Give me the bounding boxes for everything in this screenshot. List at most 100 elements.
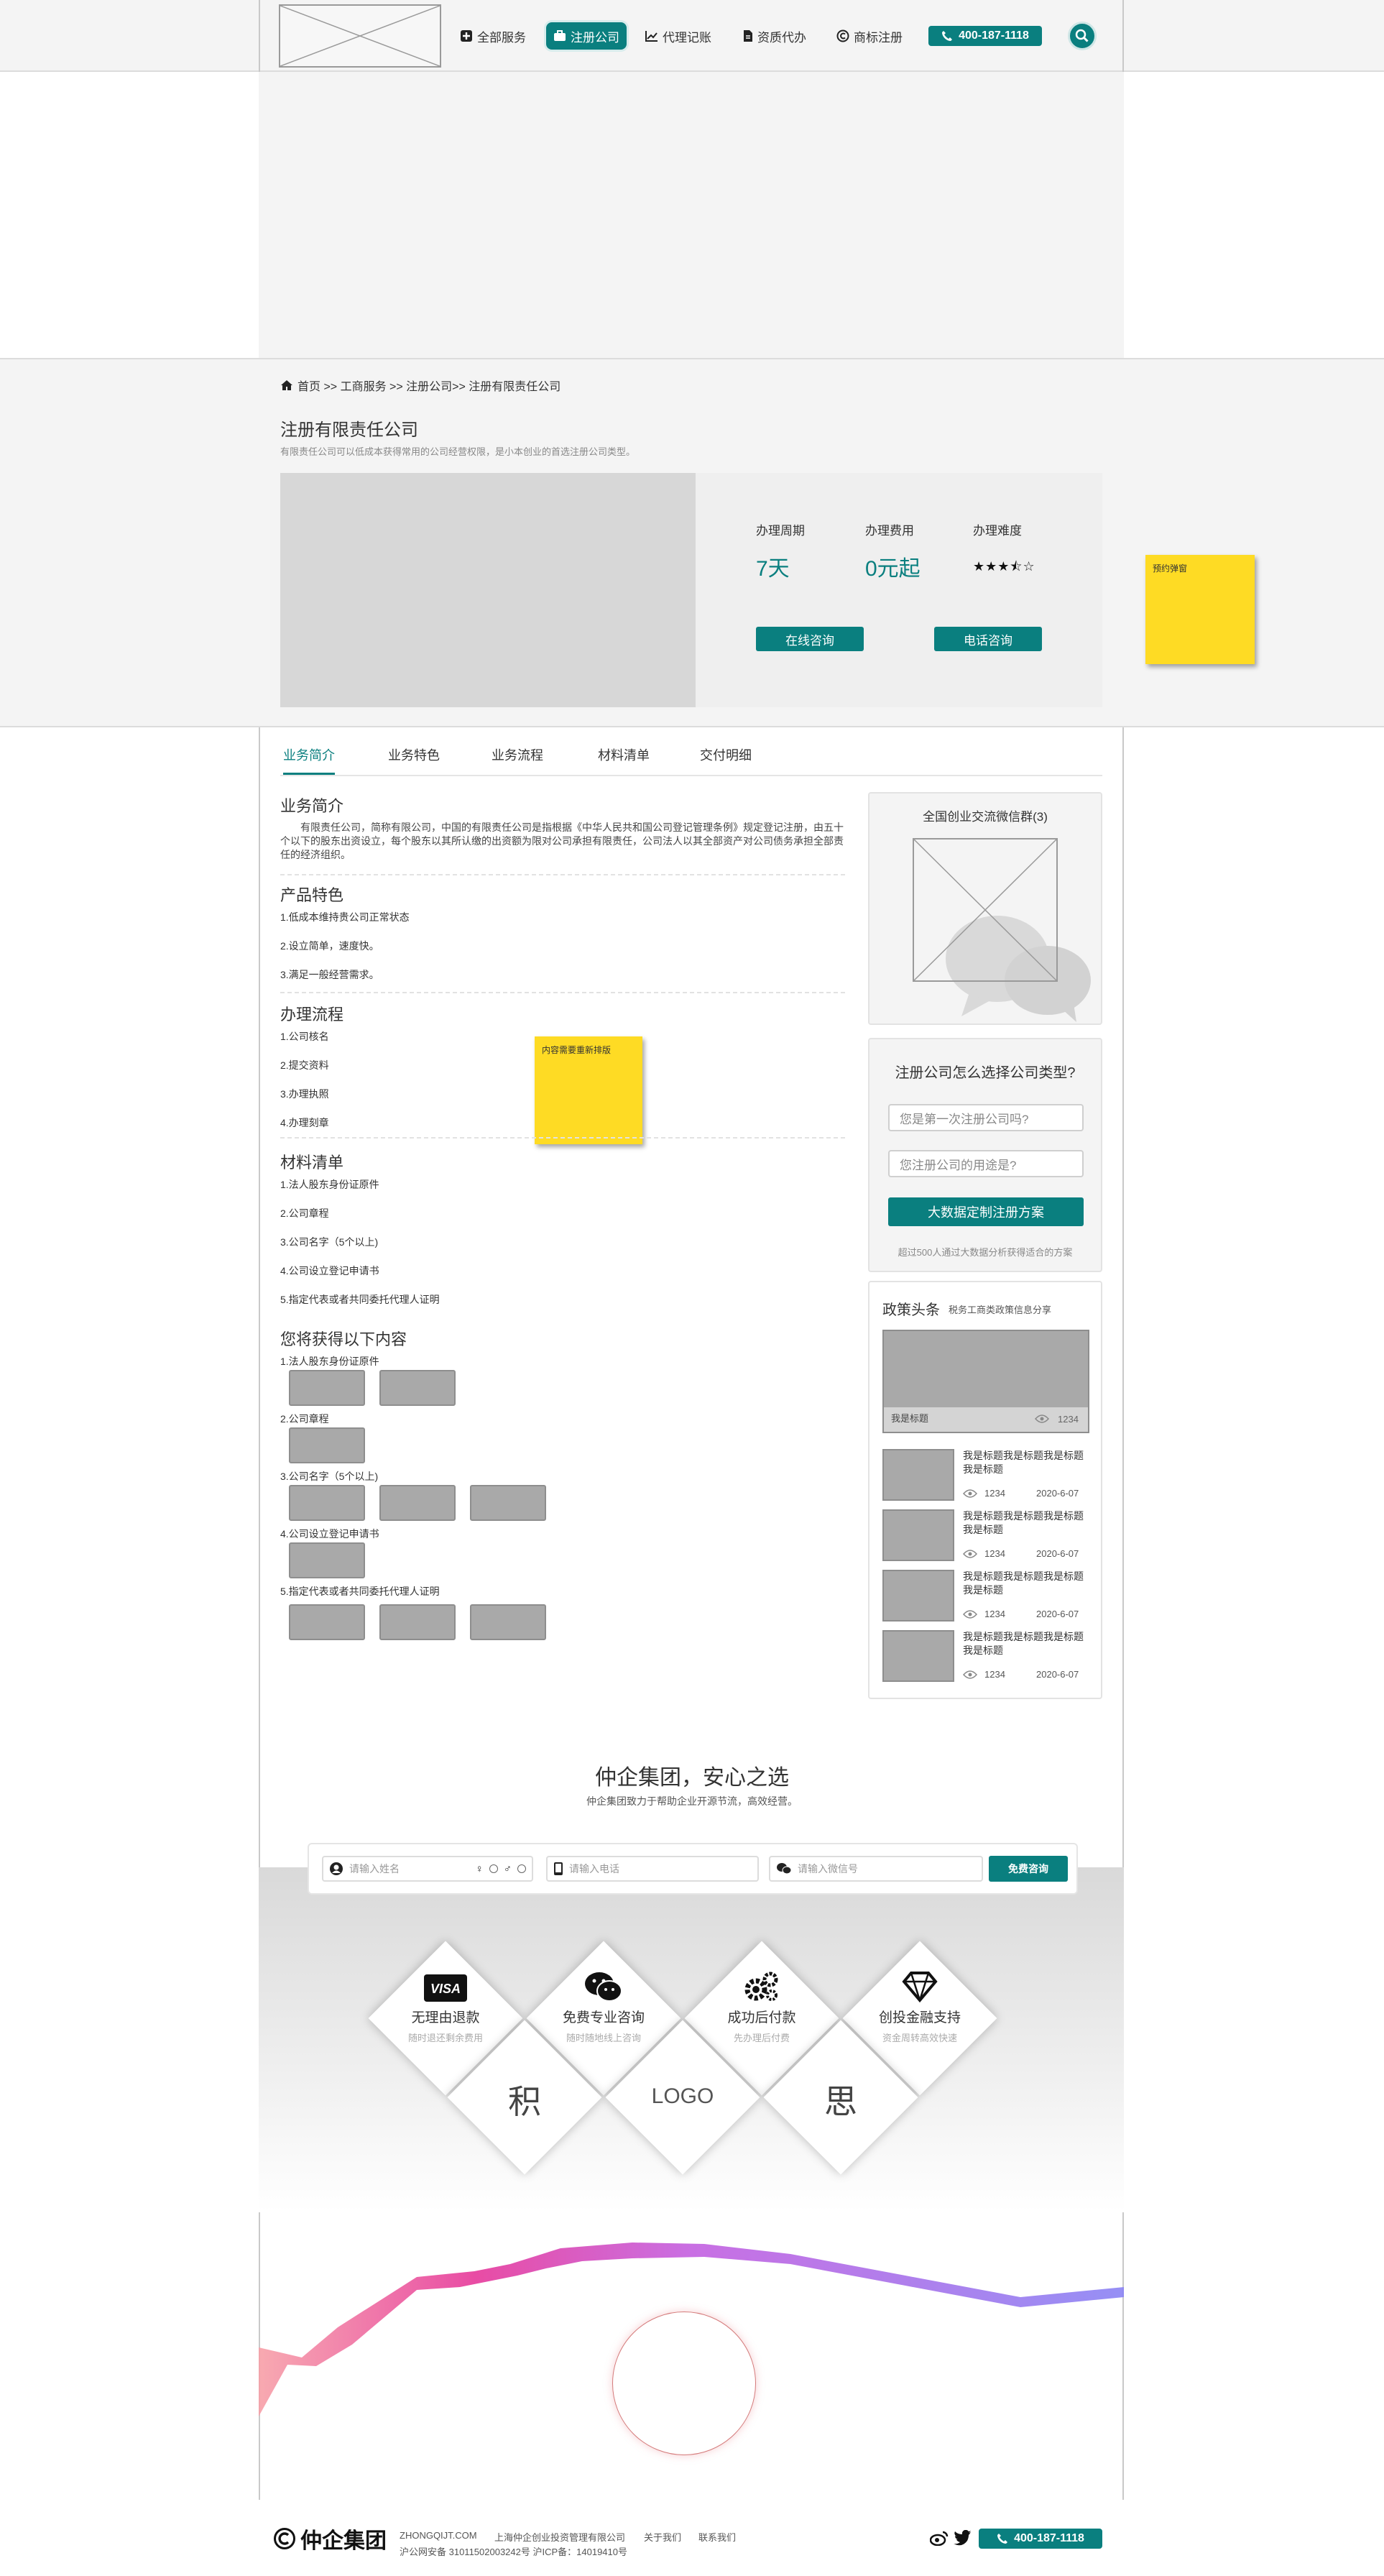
footer-about-link[interactable]: 关于我们 [644,2530,681,2544]
service-refund[interactable]: VISA 无理由退款 随时退还剩余费用 [374,1974,517,2044]
news-item-title[interactable]: 我是标题我是标题我是标题我是标题 [963,1509,1092,1537]
copyright-logo-icon [274,2528,295,2549]
feature-item: 3.满足一般经营需求。 [280,969,379,980]
difficulty-stars: ★★★⯪☆ [973,558,1035,579]
deliverable-label: 5.指定代表或者共同委托代理人证明 [280,1586,440,1597]
diamond-char-left: 积 [508,2083,541,2120]
news-item-title[interactable]: 我是标题我是标题我是标题我是标题 [963,1449,1092,1476]
news-thumb[interactable] [882,1449,954,1501]
deliverable-thumb[interactable] [289,1485,365,1521]
nav-qualification[interactable]: 资质代办 [743,24,806,47]
male-icon: ♂ [503,1862,512,1875]
deliverable-label: 4.公司设立登记申请书 [280,1528,379,1540]
header-phone-button[interactable]: 400-187-1118 [928,26,1042,46]
phone-icon [997,2534,1008,2544]
cycle-label: 办理周期 [756,524,805,538]
news-thumb[interactable] [882,1509,954,1561]
diamond-icon [902,1972,938,2002]
product-info-panel: 办理周期 7天 办理费用 0元起 办理难度 ★★★⯪☆ 在线咨询 电话咨询 [696,473,1102,707]
twitter-icon[interactable] [953,2530,972,2546]
detail-tabs: 业务简介 业务特色 业务流程 材料清单 交付明细 [280,745,1102,776]
material-item: 5.指定代表或者共同委托代理人证明 [280,1294,440,1305]
material-item: 4.公司设立登记申请书 [280,1265,379,1276]
process-item: 3.办理执照 [280,1088,329,1100]
consult-form: 请输入姓名 ♀ ♂ 请输入电话 请输入微信号 免费咨询 [308,1843,1078,1895]
footer-contact-link[interactable]: 联系我们 [698,2530,736,2544]
footer-brand: 仲企集团 [300,2529,387,2553]
service-finance[interactable]: 创投金融支持 资金周转高效快速 [848,1971,992,2044]
weibo-icon[interactable] [930,2530,949,2546]
deliverable-thumb[interactable] [379,1370,456,1406]
sticky-note-popup: 预约弹窗 [1145,555,1255,664]
tab-materials[interactable]: 材料清单 [598,745,650,775]
deliverable-label: 1.法人股东身份证原件 [280,1356,379,1367]
deliverable-thumb[interactable] [289,1427,365,1463]
deliverable-thumb[interactable] [289,1370,365,1406]
phone-field[interactable]: 请输入电话 [546,1856,759,1882]
service-free-consult[interactable]: 免费专业咨询 随时随地线上咨询 [532,1971,675,2044]
deliverable-thumb[interactable] [470,1604,546,1640]
user-icon [330,1862,343,1875]
nav-bookkeeping[interactable]: 代理记账 [645,24,711,47]
free-consult-button[interactable]: 免费咨询 [989,1856,1068,1882]
tab-delivery[interactable]: 交付明细 [700,745,752,775]
usage-select[interactable]: 您注册公司的用途是? [888,1150,1084,1177]
product-image-placeholder [280,473,696,707]
document-icon [744,30,752,42]
promo-slogan: 仲企集团，安心之选 [595,1766,789,1790]
news-item-date: 2020-6-07 [1036,1488,1079,1499]
breadcrumb: 首页 >> 工商服务 >> 注册公司>> 注册有限责任公司 [280,377,560,394]
service-subtitle: 随时随地线上咨询 [566,2033,641,2043]
nav-trademark[interactable]: 商标注册 [836,24,903,47]
nav-all-services[interactable]: 全部服务 [460,24,526,47]
name-field[interactable]: 请输入姓名 ♀ ♂ [322,1856,533,1882]
female-icon: ♀ [475,1862,484,1875]
footer-company: 上海仲企创业投资管理有限公司 [494,2532,626,2543]
wechat-field[interactable]: 请输入微信号 [769,1856,983,1882]
eye-icon [1035,1414,1049,1423]
tab-features[interactable]: 业务特色 [388,745,440,775]
news-thumb[interactable] [882,1630,954,1682]
intro-title: 业务简介 [280,797,344,815]
deliverable-thumb[interactable] [379,1604,456,1640]
news-item-date: 2020-6-07 [1036,1669,1079,1680]
eye-icon [963,1610,977,1619]
deliverable-thumb[interactable] [379,1485,456,1521]
sticky-note-content: 内容需要重新排版 [535,1036,642,1144]
featured-news-image[interactable]: 我是标题 1234 [882,1330,1089,1433]
logo-placeholder[interactable] [279,4,441,68]
first-time-select[interactable]: 您是第一次注册公司吗? [888,1104,1084,1131]
tab-process[interactable]: 业务流程 [492,745,543,775]
male-radio[interactable] [517,1864,526,1873]
name-placeholder: 请输入姓名 [349,1863,400,1874]
female-radio[interactable] [489,1864,498,1873]
wechat-group-card: 全国创业交流微信群(3) [868,792,1102,1025]
news-item-title[interactable]: 我是标题我是标题我是标题我是标题 [963,1630,1092,1657]
news-thumb[interactable] [882,1570,954,1622]
news-item-title[interactable]: 我是标题我是标题我是标题我是标题 [963,1570,1092,1597]
material-item: 3.公司名字（5个以上) [280,1236,379,1248]
featured-news-caption: 我是标题 [891,1413,929,1424]
briefcase-icon [554,30,566,41]
service-subtitle: 资金周转高效快速 [882,2033,957,2043]
nav-register-company[interactable]: 注册公司 [546,22,627,50]
footer-phone-button[interactable]: 400-187-1118 [979,2529,1102,2549]
deliverable-label: 2.公司章程 [280,1413,329,1425]
search-button[interactable] [1068,22,1097,50]
intro-text: 有限责任公司，简称有限公司，中国的有限责任公司是指根据《中华人民共和国公司登记管… [280,822,844,860]
deliverable-thumb[interactable] [289,1542,365,1578]
footer: 仲企集团 ZHONGQIJT.COM 上海仲企创业投资管理有限公司 关于我们 联… [259,2500,1124,2576]
deliverable-thumb[interactable] [289,1604,365,1640]
custom-plan-button[interactable]: 大数据定制注册方案 [888,1197,1084,1226]
deliverable-thumb[interactable] [470,1485,546,1521]
online-consult-button[interactable]: 在线咨询 [756,627,864,651]
phone-consult-button[interactable]: 电话咨询 [934,627,1042,651]
service-pay-after[interactable]: 成功后付款 先办理后付费 [690,1971,834,2044]
star-icon: ★ [997,559,1010,574]
difficulty-label: 办理难度 [973,524,1022,538]
home-icon [281,380,292,390]
footer-logo[interactable]: 仲企集团 [273,2523,387,2554]
choose-type-card: 注册公司怎么选择公司类型? 您是第一次注册公司吗? 您注册公司的用途是? 大数据… [868,1038,1102,1272]
tab-intro[interactable]: 业务简介 [283,745,335,775]
breadcrumb-text[interactable]: 首页 >> 工商服务 >> 注册公司>> 注册有限责任公司 [297,377,560,394]
